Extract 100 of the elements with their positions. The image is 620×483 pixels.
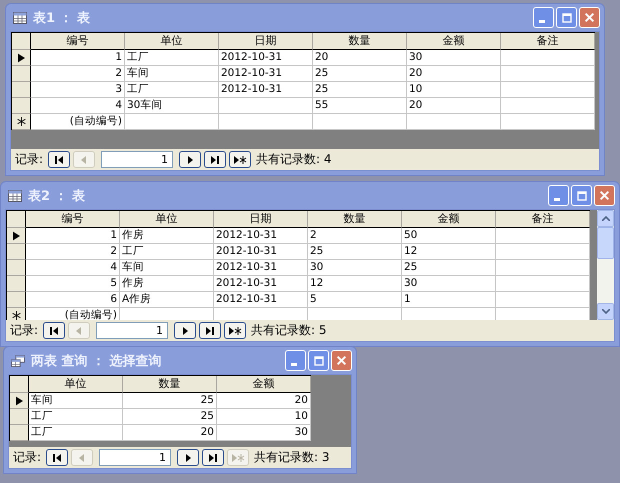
table-cell: 10 <box>407 82 501 98</box>
column-header[interactable]: 日期 <box>214 211 308 228</box>
table-cell: 2012-10-31 <box>214 244 308 260</box>
first-record-icon <box>53 154 66 164</box>
row-selector[interactable] <box>7 308 26 320</box>
table-cell: 车间 <box>120 260 214 276</box>
select-all-corner[interactable] <box>10 376 29 393</box>
maximize-button[interactable] <box>308 350 329 371</box>
record-count: 共有记录数: 5 <box>251 322 327 339</box>
record-number-field[interactable]: 1 <box>101 151 174 168</box>
table-cell: 30 <box>308 260 402 276</box>
first-record-button[interactable] <box>43 322 66 339</box>
column-header[interactable]: 编号 <box>31 33 125 50</box>
close-icon <box>584 12 595 23</box>
row-selector[interactable] <box>7 276 26 292</box>
new-record-button[interactable] <box>229 151 252 168</box>
scroll-up-icon[interactable] <box>602 216 610 221</box>
table-cell: 2 <box>308 228 402 244</box>
vertical-scrollbar[interactable] <box>597 210 614 320</box>
row-selector[interactable] <box>7 244 26 260</box>
row-selector[interactable] <box>12 114 31 130</box>
table-cell: 30 <box>217 425 311 441</box>
row-selector[interactable] <box>12 66 31 82</box>
next-record-button[interactable] <box>179 151 202 168</box>
first-record-button[interactable] <box>48 151 70 168</box>
table-cell: 20 <box>313 50 407 66</box>
column-header[interactable]: 日期 <box>219 33 313 50</box>
table-cell: 25 <box>123 393 217 409</box>
column-header[interactable]: 金额 <box>402 211 496 228</box>
new-record-button[interactable] <box>224 322 246 339</box>
record-label: 记录: <box>15 151 44 168</box>
row-selector[interactable] <box>10 393 29 409</box>
row-selector[interactable] <box>7 228 26 244</box>
maximize-icon <box>314 356 324 366</box>
table-cell: 2012-10-31 <box>214 228 308 244</box>
first-record-icon <box>51 452 64 462</box>
minimize-button[interactable] <box>548 185 569 206</box>
row-selector[interactable] <box>12 82 31 98</box>
new-record-icon <box>233 154 248 164</box>
column-header[interactable]: 数量 <box>123 376 217 393</box>
maximize-icon <box>576 190 586 200</box>
last-record-button[interactable] <box>202 449 224 466</box>
first-record-icon <box>48 326 60 336</box>
table-cell: 25 <box>313 66 407 82</box>
column-header[interactable]: 备注 <box>496 211 590 228</box>
table-cell: 20 <box>217 393 311 409</box>
close-button[interactable] <box>594 185 615 206</box>
last-record-button[interactable] <box>199 322 222 339</box>
close-button[interactable] <box>579 7 600 28</box>
table-cell: 工厂 <box>120 244 214 260</box>
column-header[interactable]: 备注 <box>501 33 595 50</box>
table-cell: 30车间 <box>125 98 219 114</box>
row-selector[interactable] <box>12 98 31 114</box>
table-cell: 10 <box>217 409 311 425</box>
minimize-button[interactable] <box>533 7 554 28</box>
maximize-button[interactable] <box>571 185 592 206</box>
maximize-icon <box>562 12 572 22</box>
next-record-button[interactable] <box>177 449 200 466</box>
column-header[interactable]: 数量 <box>308 211 402 228</box>
table-cell: 4 <box>31 98 125 114</box>
row-selector[interactable] <box>10 425 29 441</box>
column-header[interactable]: 编号 <box>26 211 120 228</box>
row-selector[interactable] <box>7 260 26 276</box>
scroll-down-icon[interactable] <box>602 309 610 314</box>
window-title: 表1 ： 表 <box>33 10 90 26</box>
select-all-corner[interactable] <box>7 211 26 228</box>
scrollbar-thumb[interactable] <box>597 227 614 259</box>
table-cell: 25 <box>313 82 407 98</box>
table-cell: 12 <box>308 276 402 292</box>
table-cell: 1 <box>26 228 120 244</box>
column-header[interactable]: 金额 <box>407 33 501 50</box>
first-record-button[interactable] <box>46 449 68 466</box>
record-number-field[interactable]: 1 <box>96 322 168 339</box>
next-record-button[interactable] <box>174 322 196 339</box>
table-cell: 工厂 <box>29 425 123 441</box>
minimize-button[interactable] <box>285 350 306 371</box>
table-cell: 1 <box>402 292 496 308</box>
record-label: 记录: <box>13 449 42 466</box>
close-button[interactable] <box>331 350 352 371</box>
column-header[interactable]: 单位 <box>29 376 123 393</box>
column-header[interactable]: 单位 <box>125 33 219 50</box>
table-cell: 6 <box>26 292 120 308</box>
table-cell: 30 <box>407 50 501 66</box>
maximize-button[interactable] <box>556 7 577 28</box>
row-selector[interactable] <box>10 409 29 425</box>
table-cell: 2012-10-31 <box>214 292 308 308</box>
table-cell: A作房 <box>120 292 214 308</box>
table-cell: 2012-10-31 <box>219 82 313 98</box>
table-cell: 20 <box>407 98 501 114</box>
last-record-button[interactable] <box>204 151 226 168</box>
row-selector[interactable] <box>12 50 31 66</box>
row-selector[interactable] <box>7 292 26 308</box>
table-cell: 5 <box>26 276 120 292</box>
select-all-corner[interactable] <box>12 33 31 50</box>
column-header[interactable]: 金额 <box>217 376 311 393</box>
column-header[interactable]: 单位 <box>120 211 214 228</box>
table-cell: 作房 <box>120 276 214 292</box>
record-count: 共有记录数: 3 <box>254 449 330 466</box>
record-number-field[interactable]: 1 <box>99 449 172 466</box>
column-header[interactable]: 数量 <box>313 33 407 50</box>
